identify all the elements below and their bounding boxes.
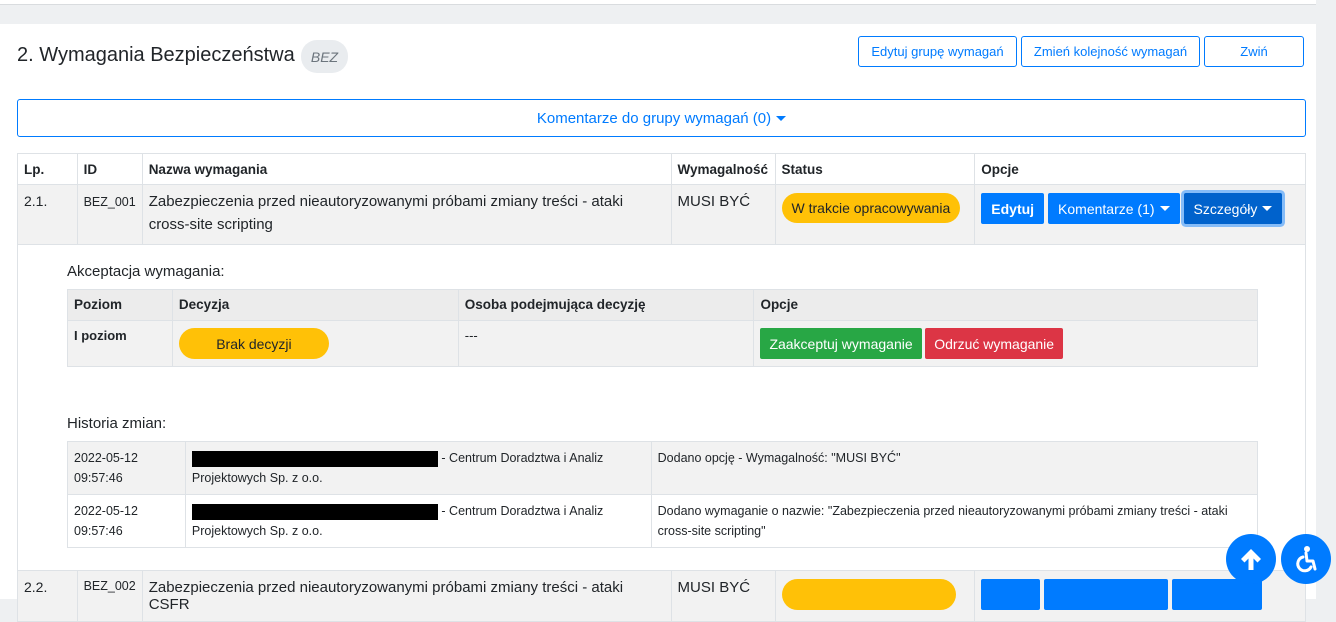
row-requirement-level: MUSI BYĆ (670, 184, 776, 245)
history-date: 2022-05-12 (74, 504, 138, 518)
collapse-button[interactable]: Zwiń (1204, 36, 1304, 67)
accessibility-icon (1296, 546, 1317, 573)
acceptance-header-options: Opcje (753, 289, 1258, 321)
history-table: 2022-05-12 09:57:46 - Centrum Doradztwa … (67, 441, 1259, 548)
history-time: 09:57:46 (74, 524, 123, 538)
accept-requirement-button[interactable]: Zaakceptuj wymaganie (760, 328, 922, 359)
status-badge (781, 579, 956, 610)
decision-badge: Brak decyzji (178, 328, 329, 359)
row-lp: 2.2. (17, 570, 78, 622)
accessibility-button[interactable] (1281, 534, 1331, 584)
details-row: Akceptacja wymagania: Poziom Decyzja Oso… (17, 244, 1306, 571)
caret-down-icon (776, 115, 787, 121)
history-org-line2: Projektowych Sp. z o.o. (191, 524, 323, 538)
history-row: 2022-05-12 09:57:46 - Centrum Doradztwa … (67, 494, 1259, 548)
acceptance-row: I poziom Brak decyzji --- Zaakceptuj wym… (67, 320, 1258, 367)
details-dropdown-button[interactable]: Szczegóły (1183, 193, 1283, 224)
details-dropdown-label: Szczegóły (1193, 200, 1258, 217)
header-name: Nazwa wymagania (141, 153, 672, 185)
history-change: Dodano opcję - Wymagalność: "MUSI BYĆ" (650, 441, 1259, 495)
acceptance-table: Poziom Decyzja Osoba podejmująca decyzję… (67, 289, 1258, 367)
row-id: BEZ_002 (76, 570, 143, 622)
group-comments-toggle[interactable]: Komentarze do grupy wymagań (0) (17, 99, 1306, 137)
header-lp: Lp. (17, 153, 78, 185)
history-title: Historia zmian: (67, 415, 167, 432)
header-id: ID (76, 153, 143, 185)
header-requirement-level: Wymagalność (670, 153, 776, 185)
reject-requirement-button[interactable]: Odrzuć wymaganie (925, 328, 1064, 359)
caret-down-icon (1159, 206, 1170, 211)
comments-dropdown-button[interactable]: Komentarze (1) (1048, 193, 1180, 224)
history-date: 2022-05-12 (74, 451, 138, 465)
table-row: 2.1. BEZ_001 Zabezpieczenia przed nieaut… (17, 184, 1306, 245)
acceptance-level: I poziom (67, 320, 173, 367)
redacted-author (191, 503, 438, 520)
acceptance-header-person: Osoba podejmująca decyzję (457, 289, 755, 321)
edit-requirement-button[interactable] (981, 579, 1041, 610)
row-name: Zabezpieczenia przed nieautoryzowanymi p… (141, 570, 672, 622)
comments-dropdown-label: Komentarze (1) (1058, 200, 1155, 217)
row-lp: 2.1. (17, 184, 78, 245)
redacted-author (191, 450, 438, 467)
requirements-table: Lp. ID Nazwa wymagania Wymagalność Statu… (17, 153, 1306, 622)
comments-dropdown-button[interactable] (1044, 579, 1169, 610)
acceptance-title: Akceptacja wymagania: (67, 263, 225, 280)
row-name: Zabezpieczenia przed nieautoryzowanymi p… (141, 184, 672, 245)
previous-card-bottom (0, 0, 1316, 5)
history-time: 09:57:46 (74, 471, 123, 485)
header-status: Status (774, 153, 976, 185)
edit-requirement-button[interactable]: Edytuj (981, 193, 1045, 224)
table-header-row: Lp. ID Nazwa wymagania Wymagalność Statu… (17, 153, 1306, 185)
table-row: 2.2. BEZ_002 Zabezpieczenia przed nieaut… (17, 570, 1306, 622)
header-options: Opcje (974, 153, 1306, 185)
arrow-up-icon (1241, 549, 1261, 570)
history-org-line1: - Centrum Doradztwa i Analiz (441, 504, 604, 518)
group-code-badge: BEZ (301, 40, 348, 73)
details-panel: Akceptacja wymagania: Poziom Decyzja Oso… (18, 245, 1305, 570)
history-row: 2022-05-12 09:57:46 - Centrum Doradztwa … (67, 441, 1259, 495)
group-title: 2. Wymagania Bezpieczeństwa (17, 44, 295, 66)
row-requirement-level: MUSI BYĆ (670, 570, 776, 622)
history-org-line1: - Centrum Doradztwa i Analiz (441, 451, 604, 465)
acceptance-header-level: Poziom (67, 289, 173, 321)
scroll-to-top-button[interactable] (1226, 534, 1276, 584)
history-change: Dodano wymaganie o nazwie: "Zabezpieczen… (650, 494, 1259, 548)
reorder-requirements-button[interactable]: Zmień kolejność wymagań (1021, 36, 1200, 67)
caret-down-icon (1262, 206, 1273, 211)
group-comments-label: Komentarze do grupy wymagań (0) (536, 109, 772, 127)
history-org-line2: Projektowych Sp. z o.o. (191, 471, 323, 485)
decision-person: --- (457, 320, 755, 367)
acceptance-header-decision: Decyzja (171, 289, 459, 321)
row-id: BEZ_001 (76, 184, 143, 245)
edit-group-button[interactable]: Edytuj grupę wymagań (858, 36, 1017, 67)
status-badge: W trakcie opracowywania (781, 193, 961, 223)
